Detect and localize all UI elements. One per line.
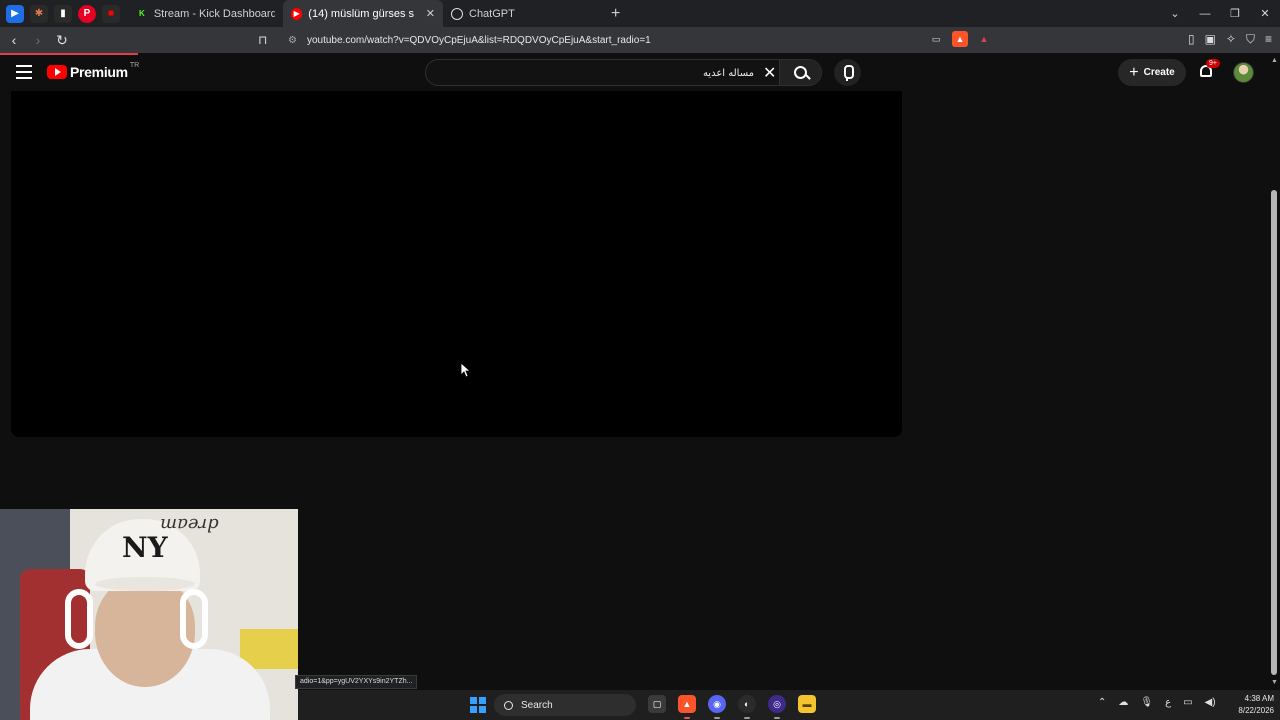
site-settings-icon[interactable]: ⚙ — [288, 35, 297, 46]
close-window-button[interactable]: ✕ — [1250, 7, 1280, 20]
volume-icon[interactable]: ◀) — [1205, 697, 1216, 708]
scrollbar-thumb[interactable] — [1271, 190, 1277, 675]
vpn-icon[interactable]: ⛉ — [1246, 32, 1255, 47]
logo-text: Premium — [70, 64, 128, 80]
brave-shield-icon[interactable]: ▲ — [952, 31, 968, 47]
mouse-cursor-icon — [461, 363, 471, 378]
restore-button[interactable]: ❐ — [1220, 7, 1250, 20]
windows-taskbar: Search ▢ ▲ ◉ ◐ ◎ ▬ ⌃ ☁ 🎙 ع ▭ ◀) 4:38 AM … — [298, 690, 1280, 720]
display-icon[interactable]: ▭ — [1183, 697, 1192, 708]
minimize-button[interactable]: — — [1190, 8, 1220, 20]
discord-icon[interactable]: ◉ — [708, 695, 726, 719]
tab-youtube-video[interactable]: ▶ (14) müslüm gürses seni yazdım ✕ — [283, 0, 443, 27]
screen: ▶ ✱ ▮ P ■ K Stream - Kick Dashboard ▶ (1… — [0, 0, 1280, 720]
taskbar-apps: ▢ ▲ ◉ ◐ ◎ ▬ — [648, 695, 816, 719]
window-controls: ⌄ — ❐ ✕ — [1160, 0, 1280, 27]
scroll-up-icon[interactable]: ▲ — [1271, 57, 1278, 64]
tab-label: Stream - Kick Dashboard — [153, 7, 275, 20]
bookmark-icon[interactable]: ⊓ — [258, 33, 267, 47]
browser-tab-strip: ▶ ✱ ▮ P ■ K Stream - Kick Dashboard ▶ (1… — [0, 0, 1280, 27]
page-scrollbar[interactable]: ▲ ▼ — [1268, 55, 1280, 690]
webcam-cap-brim — [95, 577, 195, 591]
notifications-button[interactable]: 9+ — [1196, 59, 1220, 83]
youtube-icon: ▶ — [291, 7, 303, 20]
app-icon[interactable]: ◐ — [738, 695, 756, 719]
search-box: ✕ — [425, 59, 822, 86]
leo-ai-icon[interactable]: ✧ — [1226, 32, 1236, 47]
webcam-overlay: NY dream — [0, 509, 298, 720]
search-input[interactable] — [434, 64, 754, 82]
obs-icon[interactable]: ◎ — [768, 695, 786, 719]
create-label: Create — [1143, 67, 1175, 78]
tab-kick-dashboard[interactable]: K Stream - Kick Dashboard — [128, 0, 283, 27]
windows-start-icon[interactable] — [470, 697, 486, 713]
scroll-down-icon[interactable]: ▼ — [1271, 679, 1278, 686]
clock-time: 4:38 AM — [1244, 694, 1274, 703]
file-explorer-icon[interactable]: ▬ — [798, 695, 816, 713]
microphone-icon[interactable]: 🎙 — [1140, 697, 1153, 708]
address-bar[interactable]: ⚙ youtube.com/watch?v=QDVOyCpEjuA&list=R… — [280, 30, 1000, 50]
plus-icon: + — [1129, 63, 1139, 81]
input-language[interactable]: ع — [1165, 697, 1171, 708]
wall-sign: dream — [160, 514, 219, 535]
pinned-tab-youtube-icon[interactable]: ■ — [102, 4, 120, 23]
brave-rewards-icon[interactable]: ▲ — [976, 31, 992, 47]
search-icon — [504, 700, 513, 710]
youtube-logo[interactable]: Premium TR — [47, 61, 140, 80]
youtube-play-icon — [47, 65, 67, 79]
tab-label: ChatGPT — [469, 7, 515, 20]
brave-browser-icon[interactable]: ▲ — [678, 695, 696, 719]
menu-icon[interactable]: ≡ — [1265, 32, 1272, 47]
taskbar-search[interactable]: Search — [494, 694, 636, 716]
pinned-tab-pinterest-icon[interactable]: P — [78, 4, 96, 23]
system-tray: ⌃ ☁ 🎙 ع ▭ ◀) — [1098, 697, 1216, 708]
tab-chatgpt[interactable]: ChatGPT — [443, 0, 603, 27]
wallet-icon[interactable]: ▣ — [1205, 32, 1216, 47]
back-arrow-icon[interactable]: ‹ — [4, 32, 24, 48]
browser-toolbar: ‹ › ↻ ⊓ ⚙ youtube.com/watch?v=QDVOyCpEju… — [0, 27, 1280, 53]
tab-label: (14) müslüm gürses seni yazdım — [308, 7, 414, 20]
notification-badge: 9+ — [1206, 59, 1220, 68]
hamburger-menu-icon[interactable] — [16, 65, 32, 79]
sidebar-icon[interactable]: ▯ — [1188, 32, 1195, 47]
task-view-icon[interactable]: ▢ — [648, 695, 666, 713]
link-status-tooltip: adio=1&pp=ygUV2YXYs9in2YTZh... — [295, 675, 418, 689]
pinned-tab-notes-icon[interactable]: ▮ — [54, 4, 72, 23]
kick-icon: K — [139, 9, 145, 18]
close-tab-icon[interactable]: ✕ — [426, 7, 435, 20]
reload-icon[interactable]: ↻ — [52, 32, 72, 49]
avatar[interactable] — [1233, 62, 1254, 83]
browser-right-controls: ▯ ▣ ✧ ⛉ ≡ — [1188, 32, 1272, 47]
headphone-right — [180, 589, 208, 649]
cap-logo: NY — [122, 531, 168, 564]
clock-date: 8/22/2026 — [1238, 706, 1274, 715]
tray-chevron-icon[interactable]: ⌃ — [1098, 697, 1106, 708]
search-button[interactable] — [779, 60, 821, 85]
taskbar-search-label: Search — [521, 699, 553, 711]
taskbar-clock[interactable]: 4:38 AM 8/22/2026 — [1224, 693, 1274, 717]
voice-search-icon[interactable] — [834, 59, 861, 86]
video-player[interactable] — [11, 91, 902, 437]
extension-area: ▭ ▲ ▲ — [928, 31, 992, 47]
region-code: TR — [129, 61, 140, 69]
tab-search-chevron-icon[interactable]: ⌄ — [1160, 7, 1190, 20]
headphone-left — [65, 589, 93, 649]
new-tab-button[interactable]: + — [611, 5, 620, 23]
forward-arrow-icon[interactable]: › — [28, 32, 48, 48]
chatgpt-icon — [451, 7, 463, 20]
cast-icon[interactable]: ▭ — [928, 31, 944, 47]
url-text: youtube.com/watch?v=QDVOyCpEjuA&list=RDQ… — [306, 34, 651, 46]
pinned-tabs: ▶ ✱ ▮ P ■ — [0, 4, 120, 23]
pinned-tab-app-icon[interactable]: ▶ — [6, 4, 24, 23]
network-cloud-icon[interactable]: ☁ — [1118, 697, 1128, 708]
youtube-header: Premium TR ✕ + Create 9+ — [0, 55, 1268, 91]
pinned-tab-claude-icon[interactable]: ✱ — [30, 4, 48, 23]
create-button[interactable]: + Create — [1118, 59, 1186, 86]
clear-search-icon[interactable]: ✕ — [763, 63, 776, 83]
